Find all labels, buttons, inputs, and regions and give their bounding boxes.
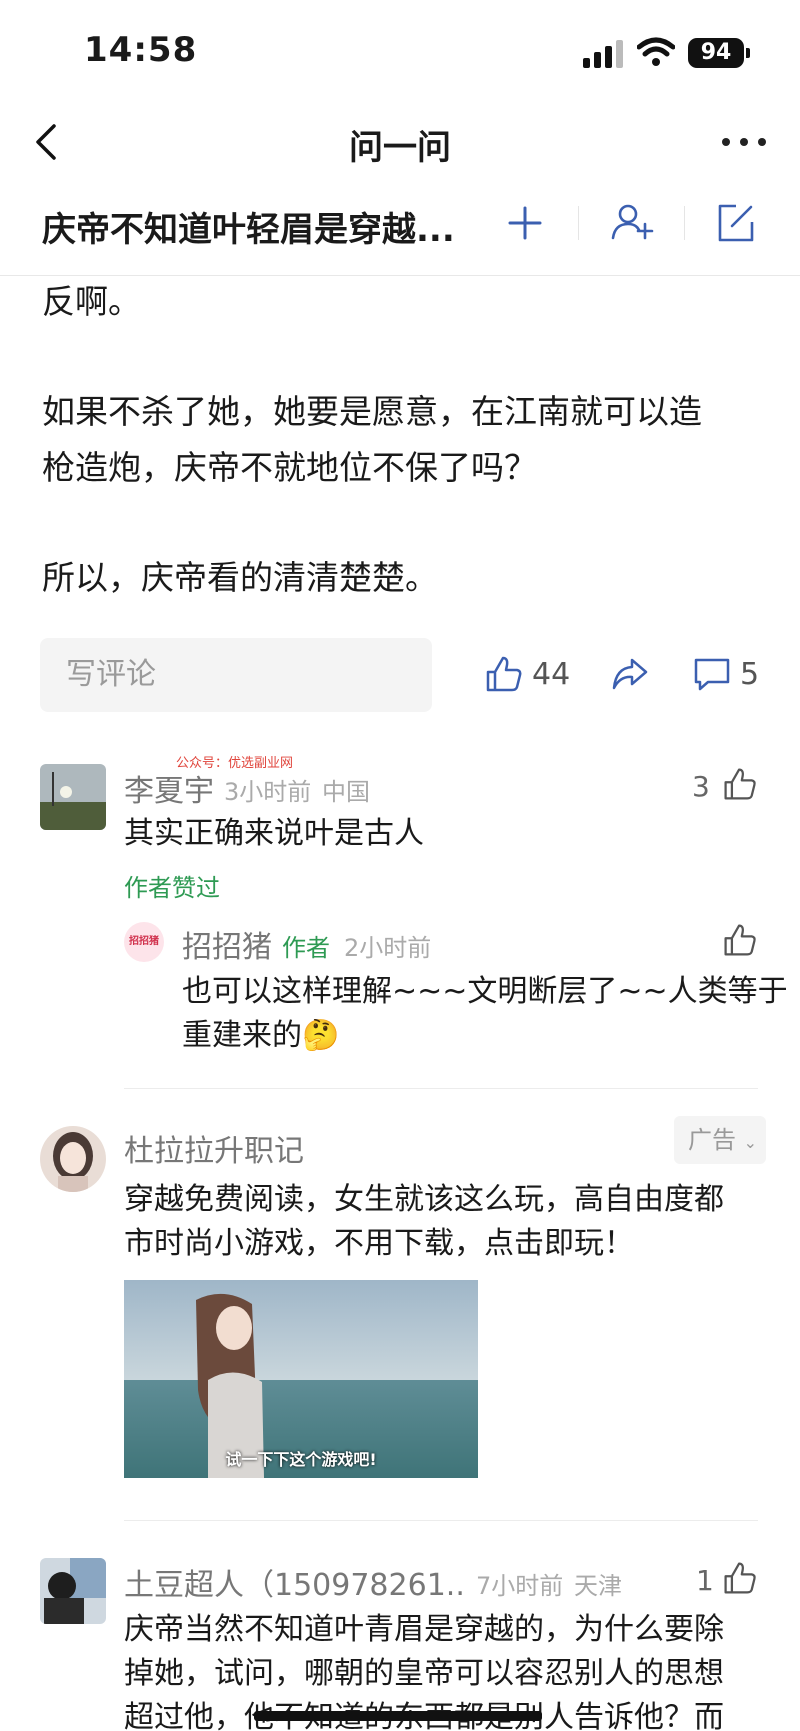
thumbs-up-icon[interactable] xyxy=(722,922,758,958)
thumbs-up-icon xyxy=(486,656,522,692)
avatar[interactable] xyxy=(40,764,106,830)
edit-icon[interactable] xyxy=(716,200,756,244)
comment-like-count: 1 xyxy=(696,1564,714,1597)
reply-text: 也可以这样理解~~~文明断层了~~人类等于 xyxy=(182,974,788,1009)
question-header: 庆帝不知道叶轻眉是穿越... xyxy=(0,184,800,276)
battery-cap xyxy=(746,48,750,58)
comment-author-name[interactable]: 土豆超人（150978261... xyxy=(124,1560,464,1604)
chevron-down-icon: ⌄ xyxy=(743,1133,758,1152)
status-time: 14:58 xyxy=(84,30,198,70)
like-button[interactable]: 44 xyxy=(484,652,570,696)
answer-paragraph: 枪造炮，庆帝不就地位不保了吗？ xyxy=(42,448,537,487)
divider xyxy=(124,1088,758,1089)
comment-location: 天津 xyxy=(574,1572,622,1600)
comment-location: 中国 xyxy=(322,778,370,806)
comment-input[interactable]: 写评论 xyxy=(40,638,432,712)
ad-badge[interactable]: 广告 ⌄ xyxy=(674,1116,766,1164)
share-icon xyxy=(612,658,648,690)
ad-image-caption: 试一下下这个游戏吧! xyxy=(225,1450,377,1469)
divider xyxy=(578,206,579,240)
wifi-icon xyxy=(637,37,675,66)
avatar-landscape-image xyxy=(40,764,106,830)
page-title: 问一问 xyxy=(349,128,451,168)
ad-label: 广告 xyxy=(688,1126,736,1154)
invite-user-icon[interactable] xyxy=(610,200,654,244)
avatar-photo-image xyxy=(40,1558,106,1624)
avatar[interactable] xyxy=(40,1126,106,1192)
share-button[interactable] xyxy=(610,652,658,696)
answer-paragraph: 反啊。 xyxy=(42,282,141,321)
avatar-portrait-image xyxy=(40,1126,106,1192)
comment-time: 7小时前 xyxy=(476,1572,564,1600)
reply-text: 重建来的🤔 xyxy=(182,1012,339,1060)
comment-icon xyxy=(694,658,730,691)
comment-author-name[interactable]: 杜拉拉升职记 xyxy=(124,1126,304,1170)
author-tag: 作者 xyxy=(282,934,330,962)
redaction-mark xyxy=(254,1711,542,1721)
comment-time: 3小时前 xyxy=(224,778,312,806)
more-icon[interactable] xyxy=(720,128,768,156)
reply-avatar[interactable]: 招招猪 xyxy=(124,922,164,962)
thumbs-up-icon[interactable] xyxy=(722,1560,758,1596)
comment-like-count: 3 xyxy=(692,770,710,803)
comment-author-name[interactable]: 李夏宇 xyxy=(124,766,214,810)
add-icon[interactable] xyxy=(504,202,546,244)
avatar[interactable] xyxy=(40,1558,106,1624)
ad-text: 穿越免费阅读，女生就该这么玩，高自由度都 xyxy=(124,1182,724,1217)
ad-image[interactable]: 试一下下这个游戏吧! xyxy=(124,1280,478,1478)
nav-bar: 问一问 xyxy=(0,100,800,184)
thumbs-up-icon[interactable] xyxy=(722,766,758,802)
answer-paragraph: 如果不杀了她，她要是愿意，在江南就可以造 xyxy=(42,392,702,431)
thinking-face-emoji: 🤔 xyxy=(302,1018,340,1053)
comment-text: 掉她，试问，哪朝的皇帝可以容忍别人的思想 xyxy=(124,1656,724,1691)
comment-button[interactable]: 5 xyxy=(692,652,759,696)
battery-level: 94 xyxy=(688,38,744,68)
comment-text: 其实正确来说叶是古人 xyxy=(124,816,424,851)
ad-text: 市时尚小游戏，不用下载，点击即玩！ xyxy=(124,1226,634,1261)
like-count: 44 xyxy=(532,656,571,692)
reply-time: 2小时前 xyxy=(344,934,432,962)
cellular-signal-icon xyxy=(583,40,623,68)
comment-count: 5 xyxy=(740,656,760,692)
reply-author-name[interactable]: 招招猪 xyxy=(182,922,272,966)
answer-paragraph: 所以，庆帝看的清清楚楚。 xyxy=(42,558,438,597)
divider xyxy=(684,206,685,240)
reply-text-line: 重建来的 xyxy=(182,1018,302,1053)
divider xyxy=(124,1520,758,1521)
question-title[interactable]: 庆帝不知道叶轻眉是穿越... xyxy=(42,202,472,251)
status-bar: 14:58 94 xyxy=(0,0,800,100)
liked-by-author-label: 作者赞过 xyxy=(124,874,220,902)
comment-text: 庆帝当然不知道叶青眉是穿越的，为什么要除 xyxy=(124,1612,724,1647)
